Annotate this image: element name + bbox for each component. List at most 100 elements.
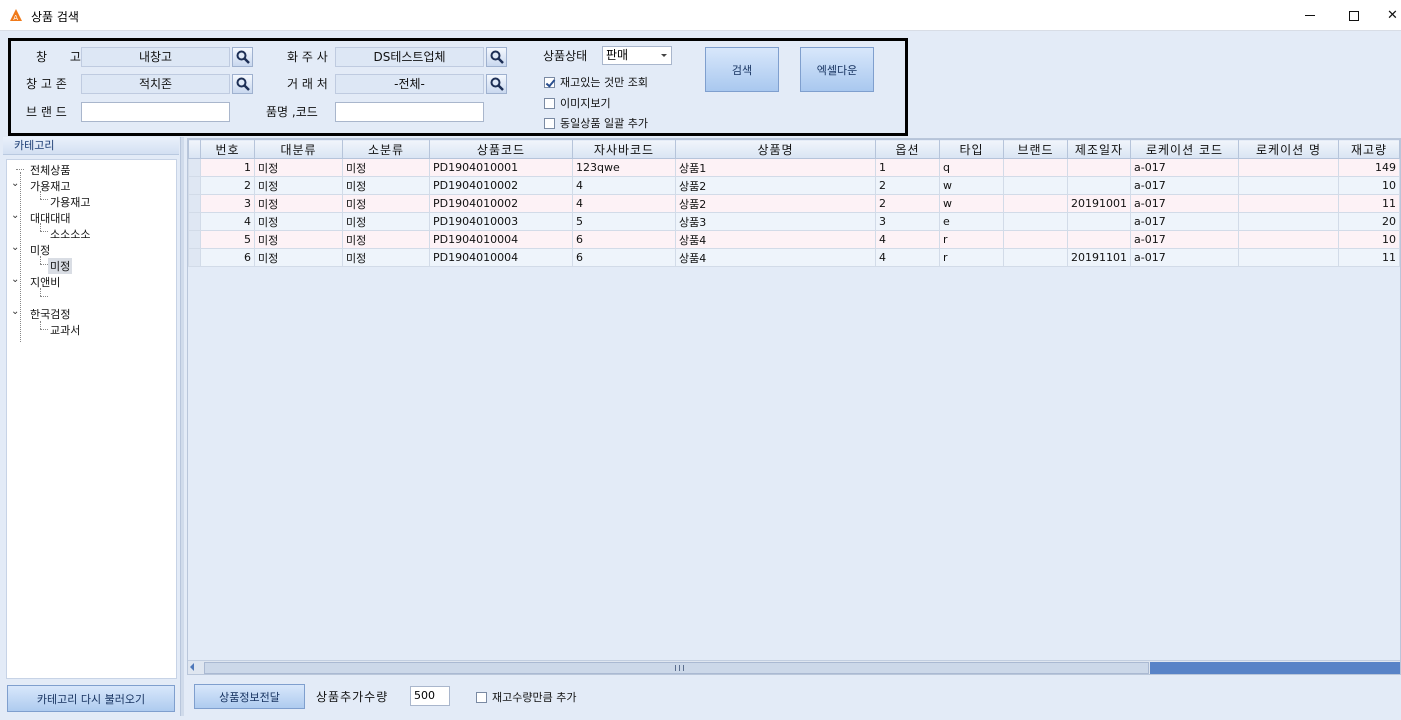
table-cell[interactable]: a-017 <box>1130 158 1239 177</box>
table-cell[interactable] <box>1003 212 1068 231</box>
table-cell[interactable]: a-017 <box>1130 212 1239 231</box>
table-cell[interactable]: 미정 <box>342 158 430 177</box>
status-select[interactable]: 판매 <box>602 46 672 65</box>
column-header[interactable]: 자사바코드 <box>572 139 676 159</box>
shipper-field[interactable]: DS테스트업체 <box>335 47 484 67</box>
table-cell[interactable]: 4 <box>875 230 940 249</box>
table-cell[interactable] <box>1003 176 1068 195</box>
table-cell[interactable]: 11 <box>1338 248 1400 267</box>
table-cell[interactable] <box>1238 230 1339 249</box>
tree-item-large-category[interactable]: 대대대대 <box>30 210 70 226</box>
stock-qty-checkbox[interactable]: 재고수량만큼 추가 <box>476 689 576 705</box>
panel-splitter[interactable] <box>180 137 184 716</box>
table-cell[interactable]: 6 <box>572 230 676 249</box>
column-header[interactable]: 상품명 <box>675 139 876 159</box>
tree-item-available-stock-sub[interactable]: 가용재고 <box>50 194 90 210</box>
table-cell[interactable]: 상품2 <box>675 194 876 213</box>
tree-item-undecided[interactable]: 미정 <box>30 242 50 258</box>
table-cell[interactable]: 5 <box>200 230 255 249</box>
table-cell[interactable] <box>1003 230 1068 249</box>
column-header[interactable]: 상품코드 <box>429 139 573 159</box>
scrollbar-thumb[interactable] <box>204 662 1149 674</box>
table-cell[interactable]: PD1904010001 <box>429 158 573 177</box>
table-cell[interactable]: 2 <box>875 194 940 213</box>
table-cell[interactable]: a-017 <box>1130 230 1239 249</box>
table-cell[interactable] <box>1003 194 1068 213</box>
table-row[interactable]: 6 미정 미정 PD1904010004 6 상품4 4 r 20191101 a-017 11 <box>188 248 1400 267</box>
table-cell[interactable]: 149 <box>1338 158 1400 177</box>
minimize-button[interactable] <box>1287 0 1333 31</box>
tree-item-all-products[interactable]: 전체상품 <box>30 162 70 178</box>
table-cell[interactable]: q <box>939 158 1004 177</box>
table-cell[interactable]: 상품4 <box>675 230 876 249</box>
table-cell[interactable]: 2 <box>200 176 255 195</box>
table-cell[interactable]: 20 <box>1338 212 1400 231</box>
row-indicator[interactable] <box>188 230 201 249</box>
table-cell[interactable] <box>1238 176 1339 195</box>
close-button[interactable]: ✕ <box>1378 0 1401 31</box>
row-indicator[interactable] <box>188 194 201 213</box>
table-row[interactable]: 5 미정 미정 PD1904010004 6 상품4 4 r a-017 10 <box>188 230 1400 249</box>
column-header[interactable]: 제조일자 <box>1067 139 1131 159</box>
table-cell[interactable]: PD1904010002 <box>429 176 573 195</box>
vendor-field[interactable]: -전체- <box>335 74 484 94</box>
table-cell[interactable]: 2 <box>875 176 940 195</box>
column-header[interactable]: 옵션 <box>875 139 940 159</box>
table-cell[interactable]: 4 <box>200 212 255 231</box>
chevron-down-icon[interactable]: ⌄ <box>11 178 19 189</box>
table-row[interactable]: 4 미정 미정 PD1904010003 5 상품3 3 e a-017 20 <box>188 212 1400 231</box>
table-cell[interactable]: 11 <box>1338 194 1400 213</box>
scroll-left-icon[interactable] <box>190 663 194 671</box>
vendor-search-button[interactable] <box>486 74 507 94</box>
table-cell[interactable]: 6 <box>572 248 676 267</box>
table-row[interactable]: 2 미정 미정 PD1904010002 4 상품2 2 w a-017 10 <box>188 176 1400 195</box>
table-cell[interactable]: 상품3 <box>675 212 876 231</box>
show-image-checkbox[interactable]: 이미지보기 <box>544 95 611 111</box>
table-cell[interactable] <box>1003 158 1068 177</box>
table-cell[interactable]: PD1904010004 <box>429 248 573 267</box>
tree-item-textbook[interactable]: 교과서 <box>50 322 80 338</box>
table-cell[interactable]: 상품1 <box>675 158 876 177</box>
qty-input[interactable]: 500 <box>410 686 450 706</box>
row-indicator[interactable] <box>188 158 201 177</box>
table-cell[interactable] <box>1067 176 1131 195</box>
column-header[interactable]: 소분류 <box>342 139 430 159</box>
table-cell[interactable]: 미정 <box>254 230 343 249</box>
tree-item-gnb[interactable]: 지앤비 <box>30 274 60 290</box>
table-cell[interactable]: a-017 <box>1130 194 1239 213</box>
table-cell[interactable] <box>1238 212 1339 231</box>
table-cell[interactable]: w <box>939 176 1004 195</box>
chevron-down-icon[interactable]: ⌄ <box>11 210 19 221</box>
table-cell[interactable]: a-017 <box>1130 176 1239 195</box>
table-cell[interactable]: 3 <box>200 194 255 213</box>
table-cell[interactable]: 4 <box>572 176 676 195</box>
column-header[interactable]: 대분류 <box>254 139 343 159</box>
brand-input[interactable] <box>81 102 230 122</box>
table-cell[interactable]: 4 <box>875 248 940 267</box>
table-cell[interactable]: 미정 <box>254 194 343 213</box>
table-cell[interactable]: 10 <box>1338 176 1400 195</box>
shipper-search-button[interactable] <box>486 47 507 67</box>
table-cell[interactable]: 미정 <box>342 230 430 249</box>
table-cell[interactable]: 미정 <box>254 248 343 267</box>
table-cell[interactable]: 미정 <box>342 212 430 231</box>
table-cell[interactable]: 미정 <box>342 194 430 213</box>
column-header[interactable]: 타입 <box>939 139 1004 159</box>
table-row[interactable]: 1 미정 미정 PD1904010001 123qwe 상품1 1 q a-017 149 <box>188 158 1400 177</box>
row-indicator[interactable] <box>188 176 201 195</box>
table-cell[interactable]: 미정 <box>254 158 343 177</box>
table-cell[interactable]: 3 <box>875 212 940 231</box>
table-cell[interactable]: r <box>939 248 1004 267</box>
table-cell[interactable]: e <box>939 212 1004 231</box>
table-cell[interactable] <box>1238 248 1339 267</box>
horizontal-scrollbar[interactable] <box>188 660 1400 674</box>
transfer-product-button[interactable]: 상품정보전달 <box>194 684 305 709</box>
row-indicator[interactable] <box>188 248 201 267</box>
column-header[interactable]: 재고량 <box>1338 139 1400 159</box>
tree-item-undecided-sub[interactable]: 미정 <box>48 258 73 274</box>
table-cell[interactable]: 6 <box>200 248 255 267</box>
row-indicator[interactable] <box>188 212 201 231</box>
table-cell[interactable]: 10 <box>1338 230 1400 249</box>
table-cell[interactable]: 미정 <box>342 176 430 195</box>
table-cell[interactable]: 미정 <box>342 248 430 267</box>
